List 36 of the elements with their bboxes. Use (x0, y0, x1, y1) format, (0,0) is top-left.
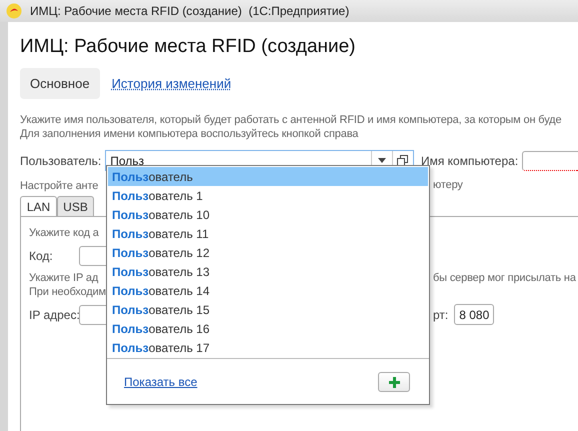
hint-text: ютеру (433, 178, 463, 192)
dropdown-item[interactable]: Пользователь 12 (108, 243, 428, 262)
show-all-link[interactable]: Показать все (124, 375, 198, 389)
plus-icon (388, 376, 400, 388)
hint-text: Для заполнения имени компьютера воспользуйтесь кнопкой справа (20, 127, 358, 141)
connection-tab[interactable]: LAN (20, 196, 57, 216)
add-button[interactable] (378, 372, 410, 392)
logo-icon (6, 3, 22, 19)
window-title: ИМЦ: Рабочие места RFID (создание) (1С:Предприятие) (30, 4, 350, 18)
field-label: Код: (29, 249, 54, 263)
dropdown-item[interactable]: Пользователь (108, 167, 428, 186)
hint-text: Настройте анте (20, 180, 98, 192)
field-label: Пользователь: (20, 154, 102, 168)
hint-text: Укажите код а (29, 226, 99, 240)
form-title: ИМЦ: Рабочие места RFID (создание) (20, 35, 357, 59)
dropdown-item[interactable]: Пользователь 11 (108, 224, 428, 243)
dropdown-item[interactable]: Пользователь 16 (108, 319, 428, 338)
dropdown-item[interactable]: Пользователь 10 (108, 205, 428, 224)
computer-name-field[interactable] (522, 150, 578, 170)
port-field[interactable]: 8 080 (454, 304, 494, 325)
dropdown-item[interactable]: Пользователь 17 (108, 338, 428, 357)
connection-tab[interactable]: USB (57, 196, 94, 216)
field-label: рт: (433, 308, 448, 322)
field-label: IP адрес: (29, 308, 79, 322)
hint-text: Укажите IP ад (29, 271, 98, 285)
hint-text: При необходим (29, 285, 106, 299)
hint-text: Укажите имя пользователя, который будет работать с антенной RFID и имя компьютера, за которым он буде (20, 113, 562, 127)
dropdown-item[interactable]: Пользователь 14 (108, 281, 428, 300)
caret-icon (378, 158, 386, 163)
field-label: Имя компьютера: (420, 154, 518, 168)
dropdown-item[interactable]: Пользователь 1 (108, 186, 428, 205)
hint-text: бы сервер мог присылать на (433, 271, 576, 285)
dropdown-item[interactable]: Пользователь 13 (108, 262, 428, 281)
dropdown-item[interactable]: Пользователь 15 (108, 300, 428, 319)
form-tab[interactable]: Основное (20, 68, 100, 99)
form-tab[interactable]: История изменений (112, 68, 232, 99)
